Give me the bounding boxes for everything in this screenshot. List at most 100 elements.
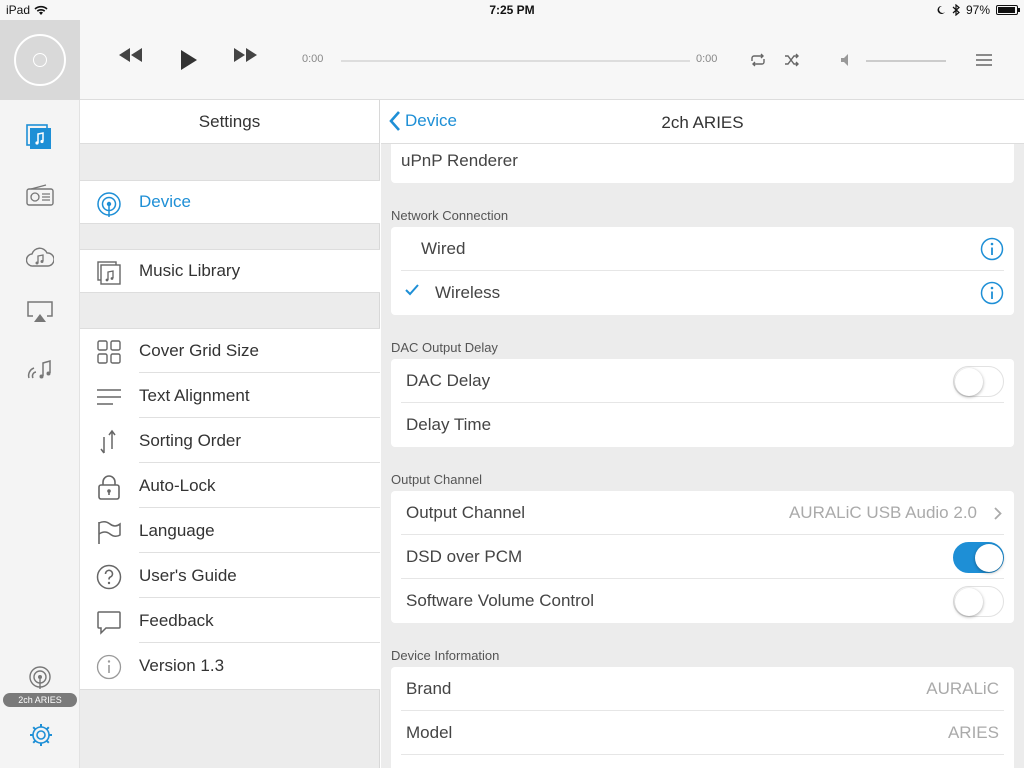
detail-nav-bar: Device 2ch ARIES [381, 100, 1024, 144]
settings-item-label: Auto-Lock [139, 476, 216, 495]
settings-general-group: Cover Grid Size Text Alignment Sorting O… [80, 328, 380, 690]
disc-icon [14, 34, 66, 86]
settings-item-version: Version 1.3 [80, 644, 380, 688]
output-channel-value: AURALiC USB Audio 2.0 [788, 503, 977, 522]
dac-delay-label: DAC Delay [406, 371, 491, 390]
shuffle-button[interactable] [784, 53, 800, 67]
wireless-row[interactable]: Wireless [391, 271, 1014, 315]
delay-time-row[interactable]: Delay Time [391, 403, 1014, 447]
device-tab[interactable] [28, 665, 52, 689]
music-library-tab[interactable] [26, 124, 52, 150]
settings-item-label: Feedback [139, 611, 214, 630]
settings-item-feedback[interactable]: Feedback [80, 599, 380, 643]
model-row: Model ARIES [391, 711, 1014, 755]
cloud-music-icon [26, 247, 54, 267]
device-info-section-header: Device Information [391, 648, 500, 663]
settings-item-label: User's Guide [139, 566, 237, 585]
device-icon [97, 192, 121, 217]
output-section-header: Output Channel [391, 472, 483, 487]
software-volume-toggle[interactable] [953, 586, 1004, 617]
battery-percent: 97% [965, 3, 990, 17]
dsd-over-pcm-label: DSD over PCM [406, 547, 523, 566]
grid-icon [97, 340, 121, 364]
menu-icon [976, 54, 992, 66]
dac-delay-toggle[interactable] [953, 366, 1004, 397]
now-playing-artwork[interactable] [0, 20, 80, 100]
brand-row: Brand AURALiC [391, 667, 1014, 711]
settings-item-cover-grid-size[interactable]: Cover Grid Size [80, 329, 380, 373]
settings-item-label: Language [139, 521, 215, 540]
info-icon [980, 281, 1004, 305]
settings-panel: Settings Device Music Library Cover Grid… [80, 100, 380, 768]
streaming-tab[interactable] [26, 358, 54, 382]
device-detail-panel: Device 2ch ARIES uPnP Renderer Network C… [381, 100, 1024, 768]
remaining-time: 0:00 [696, 53, 718, 65]
settings-item-sorting-order[interactable]: Sorting Order [80, 419, 380, 463]
progress-bar[interactable] [341, 60, 690, 62]
page-title: 2ch ARIES [661, 113, 744, 132]
rewind-icon [119, 48, 142, 62]
wired-label: Wired [421, 239, 466, 258]
wired-row[interactable]: Wired [391, 227, 1014, 271]
volume-slider[interactable] [866, 60, 946, 62]
radio-tab[interactable] [26, 184, 54, 206]
rewind-button[interactable] [119, 48, 143, 62]
dsd-over-pcm-toggle[interactable] [953, 542, 1004, 573]
airplay-icon [27, 301, 53, 322]
radio-icon [26, 184, 54, 206]
settings-title: Settings [80, 100, 379, 144]
dsd-over-pcm-row: DSD over PCM [391, 535, 1014, 579]
dac-card: DAC Delay Delay Time [391, 359, 1014, 447]
player-bar: 0:00 0:00 [0, 20, 1024, 100]
model-value: ARIES [947, 723, 999, 742]
upnp-row[interactable]: uPnP Renderer [391, 144, 1014, 178]
brand-value: AURALiC [926, 679, 999, 698]
upnp-label: uPnP Renderer [401, 151, 518, 170]
bluetooth-icon [952, 4, 960, 16]
menu-button[interactable] [976, 54, 992, 66]
repeat-icon [751, 53, 765, 67]
status-time: 7:25 PM [489, 3, 535, 17]
cloud-music-tab[interactable] [26, 246, 54, 268]
device-badge[interactable]: 2ch ARIES [3, 693, 77, 707]
output-channel-row[interactable]: Output Channel AURALiC USB Audio 2.0 [391, 491, 1014, 535]
dac-section-header: DAC Output Delay [391, 340, 498, 355]
volume-icon [841, 54, 851, 66]
fast-forward-button[interactable] [233, 48, 257, 62]
settings-item-device[interactable]: Device [80, 180, 380, 224]
align-icon [97, 389, 121, 405]
settings-item-label: Cover Grid Size [139, 341, 259, 360]
status-bar: iPad 7:25 PM 97% [0, 0, 1024, 20]
version-label: Version 1.3 [139, 656, 225, 675]
settings-item-users-guide[interactable]: User's Guide [80, 554, 380, 598]
settings-item-music-library[interactable]: Music Library [80, 249, 380, 293]
settings-item-label: Device [139, 192, 191, 211]
output-channel-label: Output Channel [406, 503, 526, 522]
airplay-tab[interactable] [26, 300, 54, 324]
play-button[interactable] [180, 50, 198, 70]
dac-delay-row: DAC Delay [391, 359, 1014, 403]
battery-level [998, 7, 1016, 13]
music-library-icon [97, 261, 121, 285]
settings-tab[interactable] [29, 723, 53, 747]
settings-item-language[interactable]: Language [80, 509, 380, 553]
music-library-icon [26, 124, 51, 149]
battery-icon [996, 5, 1020, 15]
left-rail: 2ch ARIES [0, 100, 80, 768]
network-card: Wired Wireless [391, 227, 1014, 315]
chevron-right-icon [994, 507, 1002, 520]
streaming-icon [27, 360, 51, 379]
settings-item-auto-lock[interactable]: Auto-Lock [80, 464, 380, 508]
settings-item-label: Sorting Order [139, 431, 242, 450]
device-info-card: Brand AURALiC Model ARIES [391, 667, 1014, 768]
brand-label: Brand [406, 679, 452, 698]
settings-item-text-alignment[interactable]: Text Alignment [80, 374, 380, 418]
elapsed-time: 0:00 [302, 53, 324, 65]
play-icon [181, 50, 197, 70]
repeat-button[interactable] [750, 53, 766, 67]
model-label: Model [406, 723, 453, 742]
settings-item-label: Text Alignment [139, 386, 250, 405]
software-volume-label: Software Volume Control [406, 591, 595, 610]
upnp-card: uPnP Renderer [391, 144, 1014, 183]
settings-gear-icon [30, 724, 52, 746]
